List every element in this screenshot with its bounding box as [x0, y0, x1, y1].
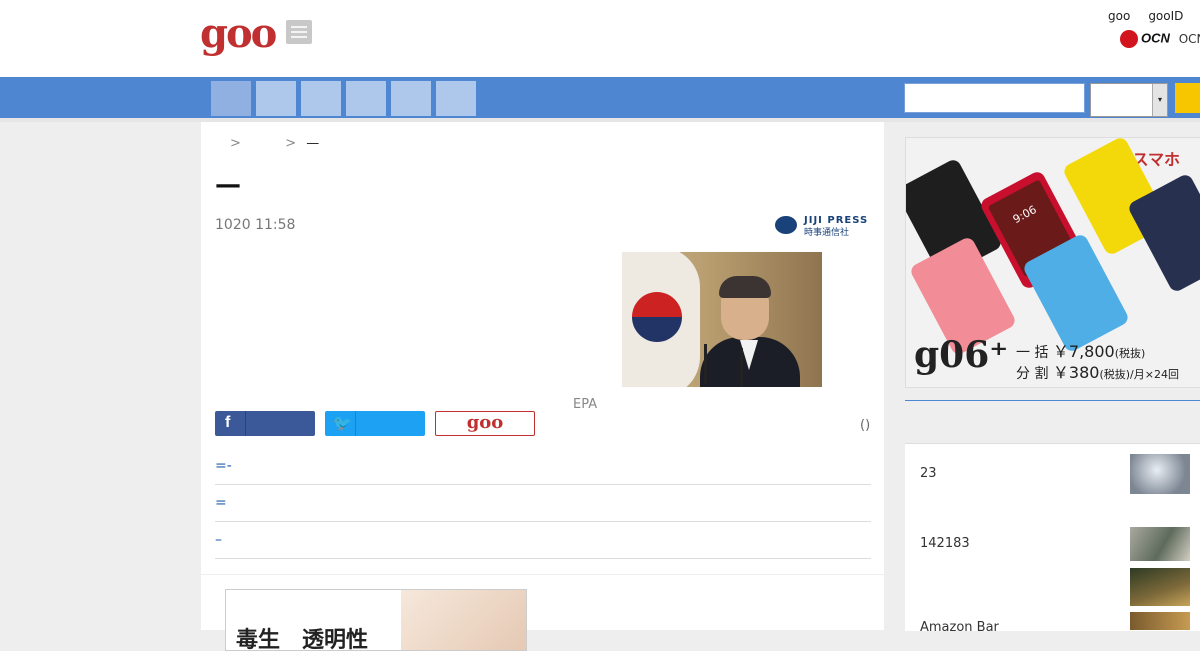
speaker-hair: [719, 276, 771, 298]
ad-image: [401, 590, 526, 650]
breadcrumb-separator: >: [230, 136, 241, 151]
nav-tab-3[interactable]: [301, 81, 341, 116]
breadcrumb-separator: >: [285, 136, 297, 151]
search-scope-select[interactable]: ▾: [1090, 83, 1168, 117]
nav-tab-2[interactable]: [256, 81, 296, 116]
chevron-down-icon: ▾: [1152, 84, 1167, 116]
twitter-share-button[interactable]: 🐦: [325, 411, 425, 436]
ranking-thumbnail[interactable]: [1130, 527, 1190, 561]
photo-caption: EPA: [573, 397, 598, 412]
ocn-logo-text: OCN: [1141, 30, 1170, 46]
facebook-share-button[interactable]: f: [215, 411, 315, 436]
ranking-thumbnail[interactable]: [1130, 612, 1190, 630]
header-links: goo gooID: [1108, 9, 1200, 23]
newspaper-icon: [286, 20, 312, 44]
page-title: —: [215, 170, 241, 200]
nav-tab-4[interactable]: [346, 81, 386, 116]
search-input[interactable]: [904, 83, 1085, 113]
ocn-label: OCN: [1178, 31, 1200, 46]
search-button[interactable]: [1175, 83, 1200, 113]
divider: [355, 411, 356, 436]
goo-top-link[interactable]: goo: [1108, 9, 1130, 23]
goo-logo[interactable]: goo: [200, 12, 277, 56]
share-count: (): [860, 418, 871, 433]
article-photo[interactable]: [622, 252, 822, 387]
related-link[interactable]: =: [215, 485, 871, 522]
breadcrumb-current: —: [306, 136, 320, 151]
divider: [245, 411, 246, 436]
ranking-item[interactable]: 142183: [920, 536, 970, 551]
ranking-thumbnail[interactable]: [1130, 454, 1190, 494]
breadcrumb: > > —: [230, 136, 319, 151]
price-value: ￥380: [1052, 363, 1100, 382]
taeguk-emblem: [632, 292, 682, 342]
facebook-icon: f: [225, 414, 231, 431]
gooid-link[interactable]: gooID: [1148, 9, 1183, 23]
goo-smartphone-ad[interactable]: gooのスマホ 9:06 g06⁺ 一 括 ￥7,800(税抜) 分 割 ￥38…: [905, 137, 1200, 388]
ad-model-name: g06⁺: [914, 334, 1009, 376]
microphone: [704, 344, 707, 384]
ranking-item[interactable]: Amazon Bar: [920, 620, 999, 635]
nav-tab-5[interactable]: [391, 81, 431, 116]
inline-ad-banner[interactable]: 毒生 透明性: [225, 589, 527, 651]
related-link[interactable]: =-: [215, 448, 871, 485]
related-link[interactable]: –: [215, 522, 871, 559]
jiji-logo-icon: [775, 216, 797, 234]
microphone: [740, 348, 743, 387]
ad-headline: 毒生 透明性: [236, 628, 369, 651]
ranking-item[interactable]: 23: [920, 466, 937, 481]
ad-price-installment: 分 割 ￥380(税抜)/月×24回: [1016, 359, 1179, 383]
ranking-thumbnail[interactable]: [1130, 568, 1190, 606]
price-label: 分 割: [1016, 366, 1049, 382]
site-header: goo goo gooID OCN OCN: [0, 0, 1200, 77]
ocn-logo-icon: [1120, 30, 1138, 48]
article-date: 1020 11:58: [215, 217, 296, 233]
twitter-icon: 🐦: [333, 414, 352, 432]
sidebar-divider: [905, 400, 1200, 401]
nav-tab-6[interactable]: [436, 81, 476, 116]
price-note: (税抜)/月×24回: [1099, 368, 1179, 381]
source-name-ja: 時事通信社: [804, 228, 850, 238]
jiji-press-logo[interactable]: JIJI PRESS 時事通信社: [775, 214, 870, 238]
goo-share-button[interactable]: goo: [435, 411, 535, 436]
ocn-badge[interactable]: OCN OCN: [1120, 30, 1200, 48]
nav-tab-1[interactable]: [211, 81, 251, 116]
